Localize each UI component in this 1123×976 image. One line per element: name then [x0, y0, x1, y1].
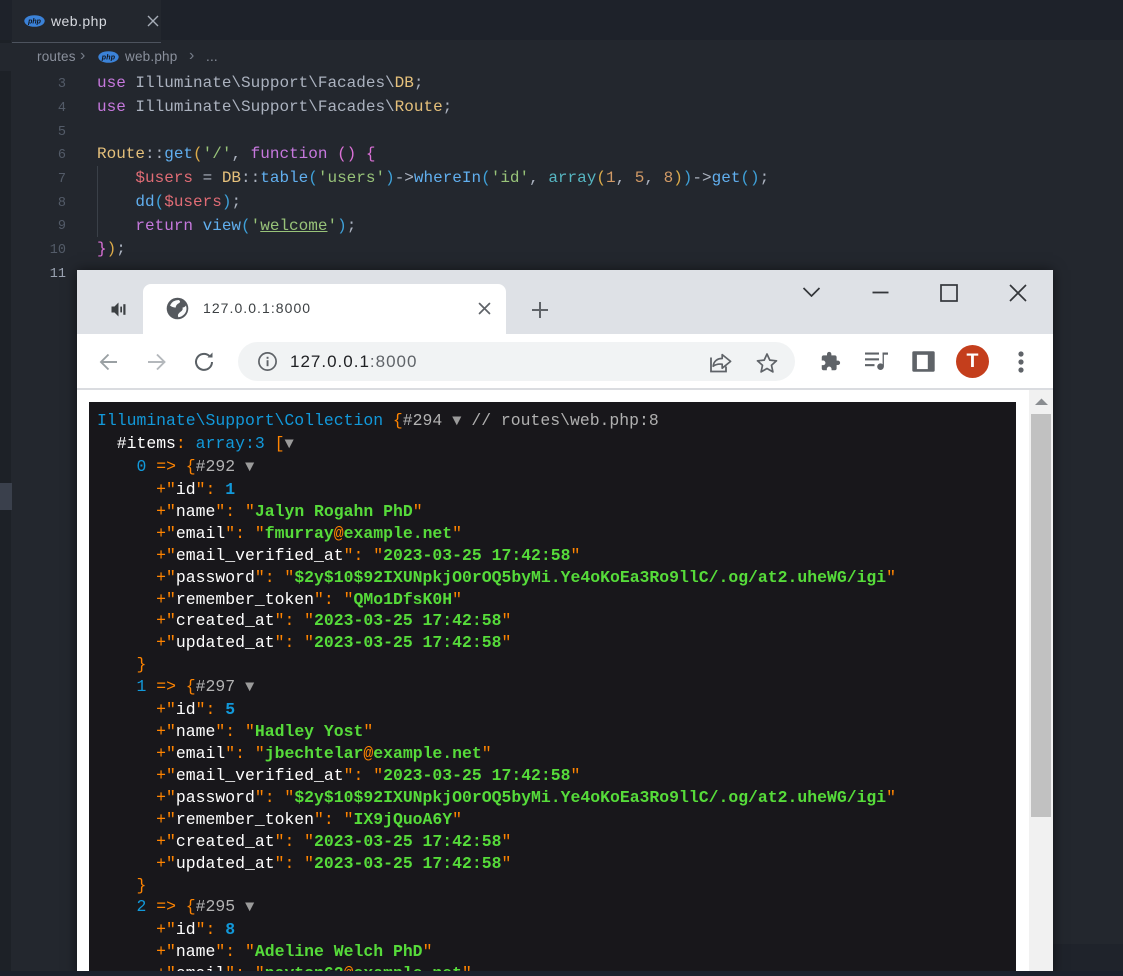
svg-text:php: php: [101, 55, 116, 62]
svg-text:php: php: [27, 19, 42, 26]
